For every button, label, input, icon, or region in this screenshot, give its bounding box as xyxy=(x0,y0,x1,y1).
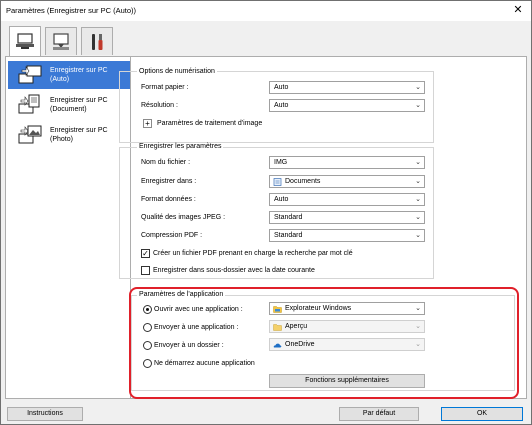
jpeg-quality-dropdown[interactable]: Standard ⌄ xyxy=(269,211,425,224)
date-subfolder-checkbox[interactable] xyxy=(141,266,150,275)
highlight-box xyxy=(129,287,519,399)
save-in-label: Enregistrer dans : xyxy=(141,178,197,185)
scan-options-title: Options de numérisation xyxy=(137,68,217,75)
tab-bar xyxy=(1,21,531,57)
defaults-button[interactable]: Par défaut xyxy=(339,407,419,421)
documents-folder-icon xyxy=(273,178,282,186)
resolution-dropdown[interactable]: Auto ⌄ xyxy=(269,99,425,112)
title-bar: Paramètres (Enregistrer sur PC (Auto)) ✕ xyxy=(1,1,531,21)
file-name-value: IMG xyxy=(274,159,288,166)
sidebar-item-auto[interactable]: Enregistrer sur PC (Auto) xyxy=(8,61,130,89)
data-format-label: Format données : xyxy=(141,196,196,203)
data-format-dropdown[interactable]: Auto ⌄ xyxy=(269,193,425,206)
paper-size-label: Format papier : xyxy=(141,84,189,91)
tab-scan-from-computer[interactable] xyxy=(9,26,41,56)
chevron-down-icon: ⌄ xyxy=(415,232,421,239)
paper-size-value: Auto xyxy=(274,84,289,91)
chevron-down-icon: ⌄ xyxy=(415,178,421,185)
computer-scan-icon xyxy=(16,32,34,49)
sidebar: Enregistrer sur PC (Auto) Enregistrer su… xyxy=(5,57,131,399)
instructions-button[interactable]: Instructions xyxy=(7,407,83,421)
save-pc-document-icon xyxy=(18,94,40,114)
sidebar-item-document[interactable]: Enregistrer sur PC (Document) xyxy=(8,91,130,119)
scanner-icon xyxy=(53,32,69,50)
searchable-pdf-checkbox[interactable]: ✓ xyxy=(141,249,150,258)
file-name-field[interactable]: IMG ⌄ xyxy=(269,156,425,169)
image-processing-label: Paramètres de traitement d'image xyxy=(157,120,263,127)
searchable-pdf-label: Créer un fichier PDF prenant en charge l… xyxy=(153,250,353,257)
save-in-dropdown[interactable]: Documents ⌄ xyxy=(269,175,425,188)
paper-size-dropdown[interactable]: Auto ⌄ xyxy=(269,81,425,94)
file-name-label: Nom du fichier : xyxy=(141,159,191,166)
window-title: Paramètres (Enregistrer sur PC (Auto)) xyxy=(6,6,137,15)
save-settings-title: Enregistrer les paramètres xyxy=(137,143,224,150)
chevron-down-icon: ⌄ xyxy=(415,214,421,221)
save-in-value: Documents xyxy=(285,178,321,185)
pdf-compression-label: Compression PDF : xyxy=(141,232,203,239)
expand-image-processing-button[interactable]: + xyxy=(143,119,152,128)
chevron-down-icon: ⌄ xyxy=(415,196,421,203)
close-icon[interactable]: ✕ xyxy=(510,3,526,18)
save-pc-photo-icon xyxy=(18,125,42,144)
sidebar-item-label: Enregistrer sur PC (Document) xyxy=(50,97,108,113)
jpeg-quality-label: Qualité des images JPEG : xyxy=(141,214,226,221)
save-pc-auto-icon xyxy=(18,65,42,84)
resolution-label: Résolution : xyxy=(141,102,178,109)
tab-scan-from-panel[interactable] xyxy=(45,27,77,55)
sidebar-item-label: Enregistrer sur PC (Photo) xyxy=(50,127,108,143)
data-format-value: Auto xyxy=(274,196,289,203)
tools-icon xyxy=(92,33,103,50)
sidebar-item-label: Enregistrer sur PC (Auto) xyxy=(50,67,108,83)
tab-general-settings[interactable] xyxy=(81,27,113,55)
ok-button[interactable]: OK xyxy=(441,407,523,421)
chevron-down-icon: ⌄ xyxy=(415,159,421,166)
chevron-down-icon: ⌄ xyxy=(415,102,421,109)
pdf-compression-dropdown[interactable]: Standard ⌄ xyxy=(269,229,425,242)
jpeg-quality-value: Standard xyxy=(274,214,303,221)
resolution-value: Auto xyxy=(274,102,289,109)
chevron-down-icon: ⌄ xyxy=(415,84,421,91)
sidebar-item-photo[interactable]: Enregistrer sur PC (Photo) xyxy=(8,121,130,149)
settings-window: Paramètres (Enregistrer sur PC (Auto)) ✕ xyxy=(0,0,532,425)
date-subfolder-label: Enregistrer dans sous-dossier avec la da… xyxy=(153,267,315,274)
pdf-compression-value: Standard xyxy=(274,232,303,239)
